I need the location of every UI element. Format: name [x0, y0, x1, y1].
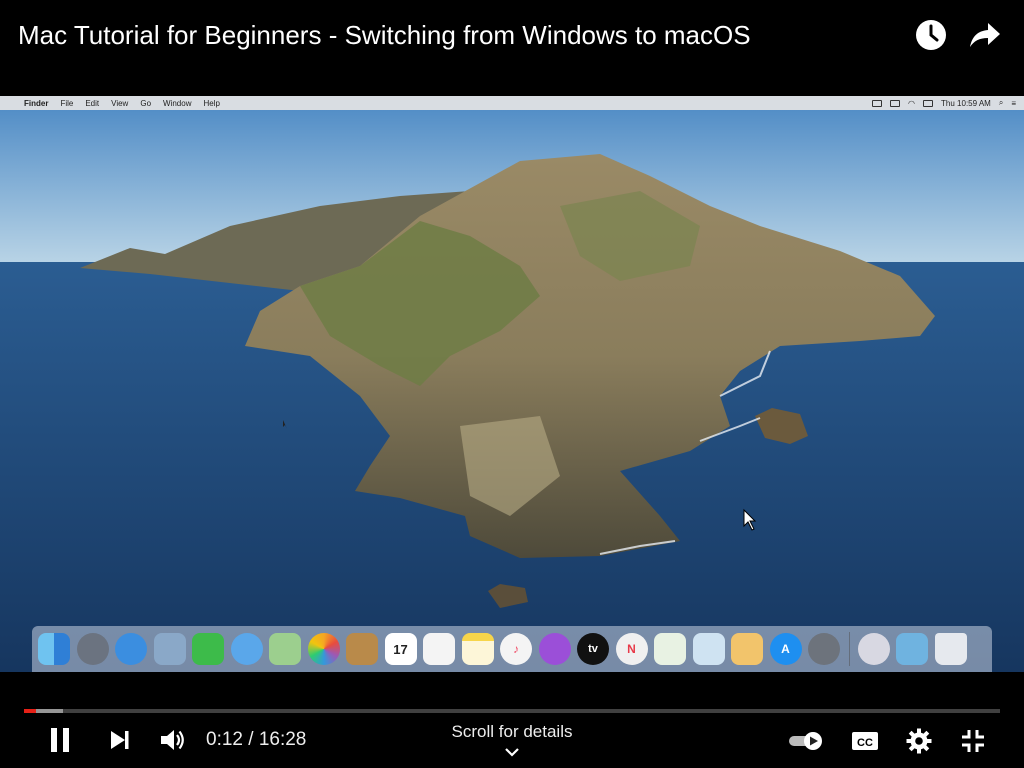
volume-icon — [161, 730, 184, 750]
calendar-icon: 17 — [384, 633, 417, 665]
watch-later-button[interactable] — [914, 18, 948, 52]
progress-played — [24, 709, 36, 713]
keynote-icon — [692, 633, 725, 665]
downloads-folder-icon — [896, 633, 928, 665]
photos-icon — [307, 633, 340, 665]
menu-app-name: Finder — [24, 98, 49, 108]
maps-icon — [269, 633, 301, 665]
next-button[interactable] — [104, 726, 136, 754]
pause-icon — [51, 728, 69, 752]
pages-icon — [731, 633, 763, 665]
safari-icon — [115, 633, 147, 665]
facetime-icon — [192, 633, 224, 665]
scroll-for-details[interactable]: Scroll for details — [412, 722, 612, 742]
menu-edit: Edit — [85, 98, 100, 108]
news-icon: N — [615, 633, 648, 665]
progress-bar[interactable] — [24, 709, 1000, 713]
autoplay-icon — [789, 732, 822, 750]
top-overlay: Mac Tutorial for Beginners - Switching f… — [0, 0, 1024, 70]
exit-fullscreen-button[interactable] — [956, 726, 990, 756]
gear-icon — [906, 728, 932, 754]
screen-mirror-icon — [872, 99, 883, 107]
closed-captions-icon: CC — [852, 732, 878, 750]
menu-clock: Thu 10:59 AM — [941, 98, 991, 108]
volume-button[interactable] — [156, 725, 190, 755]
menu-extras: ◠ Thu 10:59 AM ⌕ ≡ — [872, 96, 1016, 110]
dock-separator — [848, 632, 850, 666]
menu-help: Help — [203, 98, 220, 108]
numbers-icon — [654, 633, 686, 665]
video-player[interactable]: Mac Tutorial for Beginners - Switching f… — [0, 0, 1024, 768]
finder-icon — [38, 633, 70, 665]
wifi-icon: ◠ — [908, 98, 916, 108]
menu-file: File — [60, 98, 74, 108]
calendar-day: 17 — [393, 641, 408, 657]
video-frame[interactable]: Finder File Edit View Go Window Help ◠ T… — [0, 96, 1024, 672]
mail-icon — [153, 633, 186, 665]
clock-icon — [916, 20, 946, 50]
share-button[interactable] — [968, 18, 1002, 52]
exit-fullscreen-icon — [962, 730, 984, 752]
menu-go: Go — [140, 98, 152, 108]
menu-window: Window — [163, 98, 192, 108]
autoplay-toggle[interactable] — [786, 728, 826, 754]
video-title[interactable]: Mac Tutorial for Beginners - Switching f… — [18, 20, 751, 51]
app-store-icon: A — [769, 633, 802, 665]
music-icon: ♪ — [500, 633, 532, 665]
system-preferences-icon — [808, 633, 840, 665]
trash-icon — [934, 633, 967, 665]
mac-dock: 17 ♪ tv N A — [32, 626, 992, 672]
share-arrow-icon — [970, 23, 1000, 47]
messages-icon — [230, 633, 263, 665]
menu-view: View — [111, 98, 129, 108]
pause-button[interactable] — [44, 724, 76, 756]
captions-button[interactable]: CC — [848, 727, 882, 755]
notes-icon — [461, 633, 494, 665]
podcasts-icon — [538, 633, 571, 665]
tv-label: tv — [588, 643, 598, 655]
settings-button[interactable] — [902, 725, 936, 757]
contacts-icon — [346, 633, 378, 665]
chevron-down-icon[interactable] — [502, 744, 522, 760]
photo-booth-icon — [857, 633, 890, 665]
reminders-icon — [423, 633, 455, 665]
time-display: 0:12 / 16:28 — [206, 729, 307, 750]
mac-menu-bar: Finder File Edit View Go Window Help ◠ T… — [0, 96, 1024, 110]
battery-icon — [923, 99, 934, 107]
skip-next-icon — [111, 731, 129, 749]
airplay-icon — [890, 99, 901, 107]
control-list-icon: ≡ — [1011, 98, 1016, 108]
spotlight-icon: ⌕ — [998, 98, 1004, 107]
apple-tv-icon: tv — [577, 633, 609, 665]
svg-text:CC: CC — [857, 737, 873, 749]
launchpad-icon — [76, 633, 109, 665]
catalina-wallpaper — [0, 96, 1024, 672]
